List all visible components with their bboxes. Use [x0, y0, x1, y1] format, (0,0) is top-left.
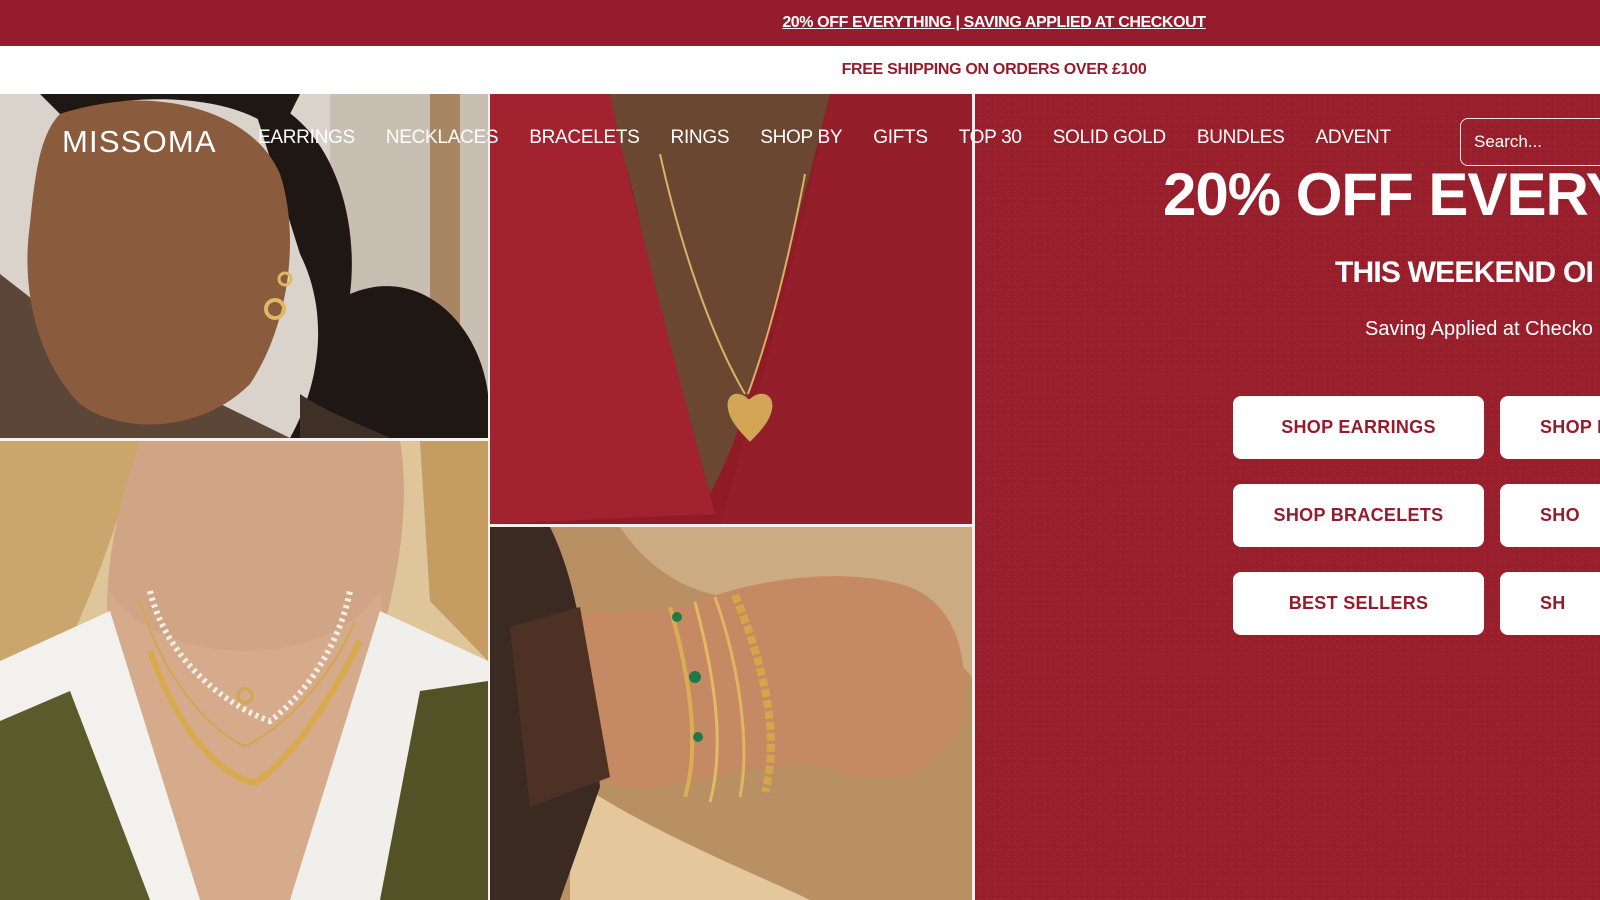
nav-bracelets[interactable]: BRACELETS [529, 127, 640, 149]
brand-logo[interactable]: MISSOMA [62, 124, 217, 160]
hero-subheadline: THIS WEEKEND OI [1335, 256, 1594, 289]
best-sellers-button[interactable]: BEST SELLERS [1233, 572, 1484, 635]
hero-image-layered-necklaces[interactable] [0, 441, 488, 900]
nav-bundles[interactable]: BUNDLES [1197, 127, 1285, 149]
nav-rings[interactable]: RINGS [671, 127, 730, 149]
promo-bar: 20% OFF EVERYTHING | SAVING APPLIED AT C… [0, 0, 1600, 46]
search-box[interactable] [1460, 118, 1600, 166]
shop-category-button[interactable]: SHOP I [1500, 396, 1600, 459]
main-nav: EARRINGS NECKLACES BRACELETS RINGS SHOP … [258, 127, 1391, 149]
image-divider [490, 524, 972, 527]
image-divider [488, 94, 490, 900]
nav-shop-by[interactable]: SHOP BY [760, 127, 842, 149]
nav-solid-gold[interactable]: SOLID GOLD [1053, 127, 1166, 149]
nav-gifts[interactable]: GIFTS [873, 127, 928, 149]
hero-image-bracelets[interactable] [490, 527, 972, 900]
nav-advent[interactable]: ADVENT [1316, 127, 1392, 149]
nav-necklaces[interactable]: NECKLACES [386, 127, 499, 149]
shipping-message: FREE SHIPPING ON ORDERS OVER £100 [841, 61, 1147, 78]
search-input[interactable] [1474, 132, 1600, 152]
shop-category-button[interactable]: SHO [1500, 484, 1600, 547]
hero-image-heart-necklace[interactable] [490, 94, 972, 524]
shipping-bar: FREE SHIPPING ON ORDERS OVER £100 [0, 46, 1600, 94]
nav-earrings[interactable]: EARRINGS [258, 127, 355, 149]
shop-category-button[interactable]: SH [1500, 572, 1600, 635]
shop-bracelets-button[interactable]: SHOP BRACELETS [1233, 484, 1484, 547]
nav-top-30[interactable]: TOP 30 [959, 127, 1022, 149]
shop-earrings-button[interactable]: SHOP EARRINGS [1233, 396, 1484, 459]
hero-note: Saving Applied at Checko [1365, 318, 1593, 340]
hero-headline: 20% OFF EVERY [1163, 161, 1600, 228]
promo-link[interactable]: 20% OFF EVERYTHING | SAVING APPLIED AT C… [782, 14, 1206, 32]
image-divider [0, 438, 488, 441]
